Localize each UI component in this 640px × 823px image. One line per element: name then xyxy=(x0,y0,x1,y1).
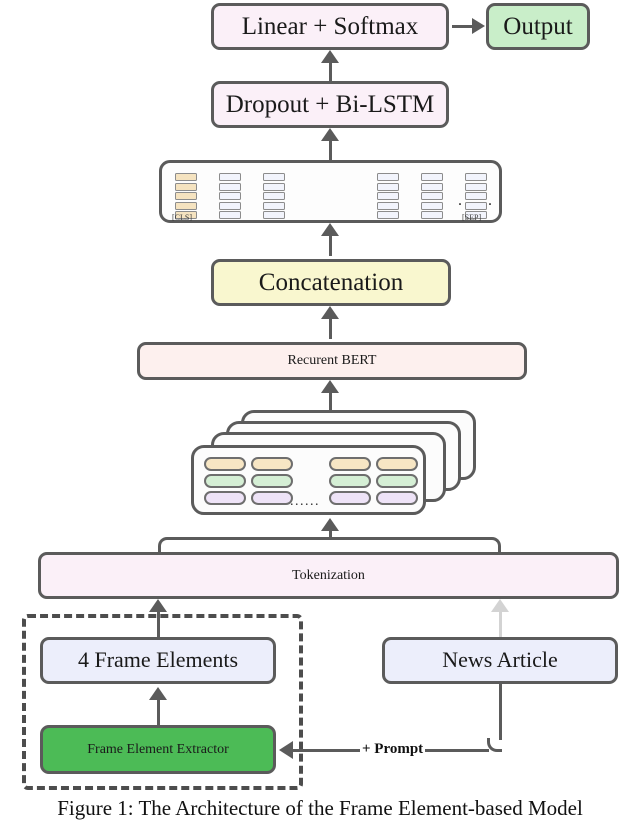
connector-linear-to-output xyxy=(452,25,474,28)
token-column-3 xyxy=(263,173,285,221)
arrow-prompt-to-extractor xyxy=(279,741,293,759)
token-cell xyxy=(421,173,443,181)
arrow-bert-to-concat xyxy=(321,306,339,319)
connector-extractor-to-frame-elements xyxy=(157,700,160,725)
token-cell xyxy=(219,201,241,210)
connector-cards-to-bert xyxy=(329,393,332,411)
token-cell xyxy=(175,173,197,181)
node-concatenation-label: Concatenation xyxy=(258,268,404,296)
card-pill xyxy=(329,491,371,505)
token-cell xyxy=(263,201,285,210)
arrow-extractor-to-frame-elements xyxy=(149,687,167,700)
card-ellipsis: ...... xyxy=(290,494,320,509)
connector-news-article-down xyxy=(499,684,502,740)
tokenization-top-bracket xyxy=(158,537,501,553)
card-pill xyxy=(251,491,293,505)
token-cell xyxy=(377,201,399,210)
connector-embeddings-to-dropout xyxy=(329,141,332,160)
token-column-4 xyxy=(377,173,399,221)
token-embedding-strip: [CLS] ...... [SEP] xyxy=(159,160,502,223)
connector-news-article-to-tokenization xyxy=(499,612,502,638)
node-dropout-bilstm-label: Dropout + Bi-LSTM xyxy=(225,90,435,118)
node-frame-elements[interactable]: 4 Frame Elements xyxy=(40,637,276,684)
card-pill xyxy=(376,474,418,488)
card-layer-front: ...... xyxy=(191,445,426,515)
node-frame-element-extractor-label: Frame Element Extractor xyxy=(87,741,229,757)
node-linear-softmax-label: Linear + Softmax xyxy=(241,12,419,40)
card-pill xyxy=(329,457,371,471)
card-pill xyxy=(376,457,418,471)
token-cell xyxy=(377,173,399,181)
connector-bert-to-concat xyxy=(329,319,332,339)
arrow-frame-elements-to-tokenization xyxy=(149,599,167,612)
token-cell xyxy=(263,173,285,181)
token-cell xyxy=(465,173,487,181)
token-cell xyxy=(421,211,443,219)
card-pill xyxy=(251,474,293,488)
token-cell xyxy=(219,173,241,181)
card-pill-column-2 xyxy=(251,457,293,508)
token-cell xyxy=(175,182,197,191)
token-column-5 xyxy=(421,173,443,221)
card-pill xyxy=(329,474,371,488)
token-cell xyxy=(465,182,487,191)
token-cell xyxy=(377,182,399,191)
node-news-article[interactable]: News Article xyxy=(382,637,618,684)
card-pill xyxy=(204,474,246,488)
node-linear-softmax[interactable]: Linear + Softmax xyxy=(211,3,449,50)
arrow-news-article-to-tokenization xyxy=(491,599,509,612)
node-tokenization[interactable]: Tokenization xyxy=(38,552,619,599)
node-news-article-label: News Article xyxy=(442,647,558,673)
token-cell xyxy=(377,211,399,219)
token-cell xyxy=(219,182,241,191)
node-output-label: Output xyxy=(503,12,573,40)
card-pill xyxy=(204,491,246,505)
token-cell xyxy=(377,192,399,200)
arrow-embeddings-to-dropout xyxy=(321,128,339,141)
token-label-sep: [SEP] xyxy=(462,213,482,222)
arrow-cards-to-bert xyxy=(321,380,339,393)
token-cell xyxy=(219,192,241,200)
token-cell xyxy=(175,201,197,210)
token-cell xyxy=(421,182,443,191)
token-cell xyxy=(219,211,241,219)
connector-prompt-elbow xyxy=(487,738,502,752)
connector-dropout-to-linear xyxy=(329,63,332,83)
arrow-linear-to-output xyxy=(472,18,485,34)
token-cell xyxy=(263,192,285,200)
card-pill-column-3 xyxy=(329,457,371,508)
token-cell xyxy=(263,182,285,191)
arrow-dropout-to-linear xyxy=(321,50,339,63)
token-cell xyxy=(421,192,443,200)
token-label-cls: [CLS] xyxy=(172,213,192,222)
node-tokenization-label: Tokenization xyxy=(292,567,365,583)
architecture-diagram: Linear + Softmax Output Dropout + Bi-LST… xyxy=(0,0,640,823)
node-concatenation[interactable]: Concatenation xyxy=(211,259,451,306)
tokenized-card-stack: ...... xyxy=(186,410,476,518)
token-column-2 xyxy=(219,173,241,221)
arrow-concat-to-embeddings xyxy=(321,223,339,236)
token-cell xyxy=(263,211,285,219)
node-dropout-bilstm[interactable]: Dropout + Bi-LSTM xyxy=(211,81,449,128)
token-cell xyxy=(465,192,487,200)
connector-concat-to-embeddings xyxy=(329,236,332,256)
prompt-label: + Prompt xyxy=(360,741,426,758)
card-pill xyxy=(251,457,293,471)
card-pill xyxy=(376,491,418,505)
node-output[interactable]: Output xyxy=(486,3,590,50)
node-recurrent-bert-label: Recurent BERT xyxy=(287,353,377,369)
token-cell xyxy=(175,192,197,200)
node-recurrent-bert[interactable]: Recurent BERT xyxy=(137,342,527,380)
card-pill-column-1 xyxy=(204,457,246,508)
token-cell xyxy=(421,201,443,210)
figure-caption: Figure 1: The Architecture of the Frame … xyxy=(57,796,583,820)
card-pill-column-4 xyxy=(376,457,418,508)
node-frame-elements-label: 4 Frame Elements xyxy=(77,647,239,673)
token-cell xyxy=(465,201,487,210)
node-frame-element-extractor[interactable]: Frame Element Extractor xyxy=(40,725,276,774)
card-pill xyxy=(204,457,246,471)
